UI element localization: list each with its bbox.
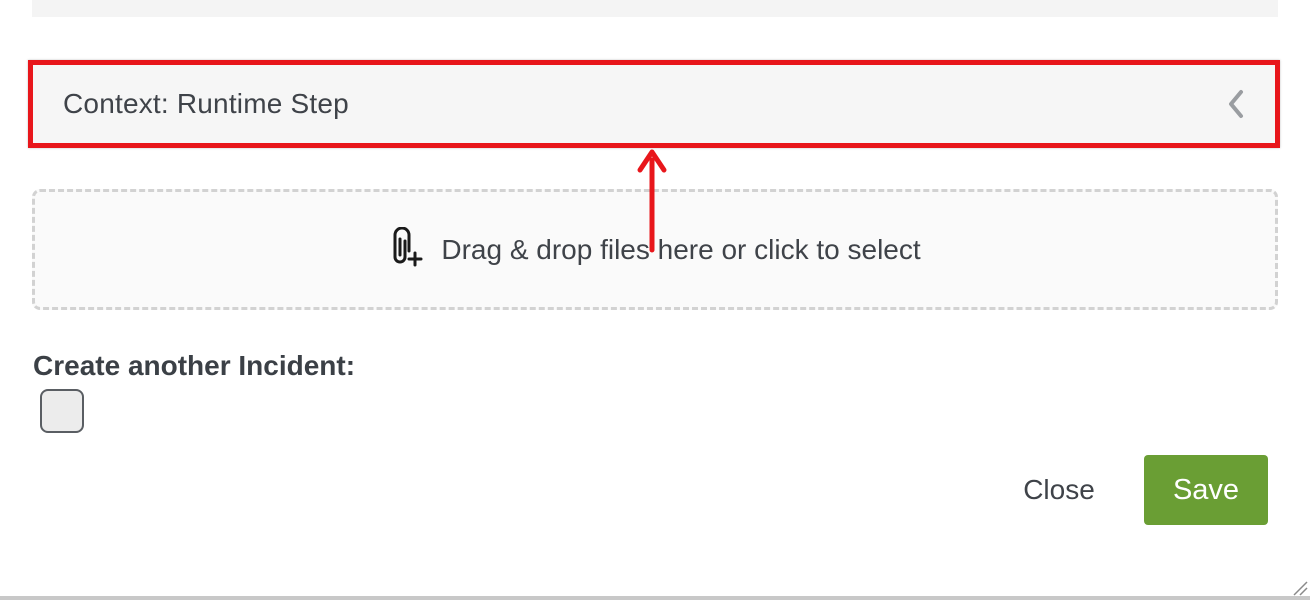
dropzone-text: Drag & drop files here or click to selec… (441, 233, 921, 265)
chevron-left-icon[interactable] (1225, 87, 1247, 121)
paperclip-plus-icon (389, 226, 423, 272)
dialog-bottom-edge (0, 596, 1310, 600)
file-dropzone[interactable]: Drag & drop files here or click to selec… (32, 189, 1278, 310)
resize-grip-icon[interactable] (1292, 580, 1308, 596)
save-button[interactable]: Save (1144, 455, 1268, 525)
annotation-arrow-head (637, 149, 667, 173)
create-incident-label: Create another Incident: (33, 350, 356, 381)
previous-panel (32, 0, 1278, 17)
create-incident-checkbox[interactable] (40, 389, 84, 433)
close-button[interactable]: Close (1002, 458, 1116, 522)
context-title: Context: Runtime Step (63, 88, 349, 119)
context-section-header[interactable]: Context: Runtime Step (28, 60, 1280, 148)
